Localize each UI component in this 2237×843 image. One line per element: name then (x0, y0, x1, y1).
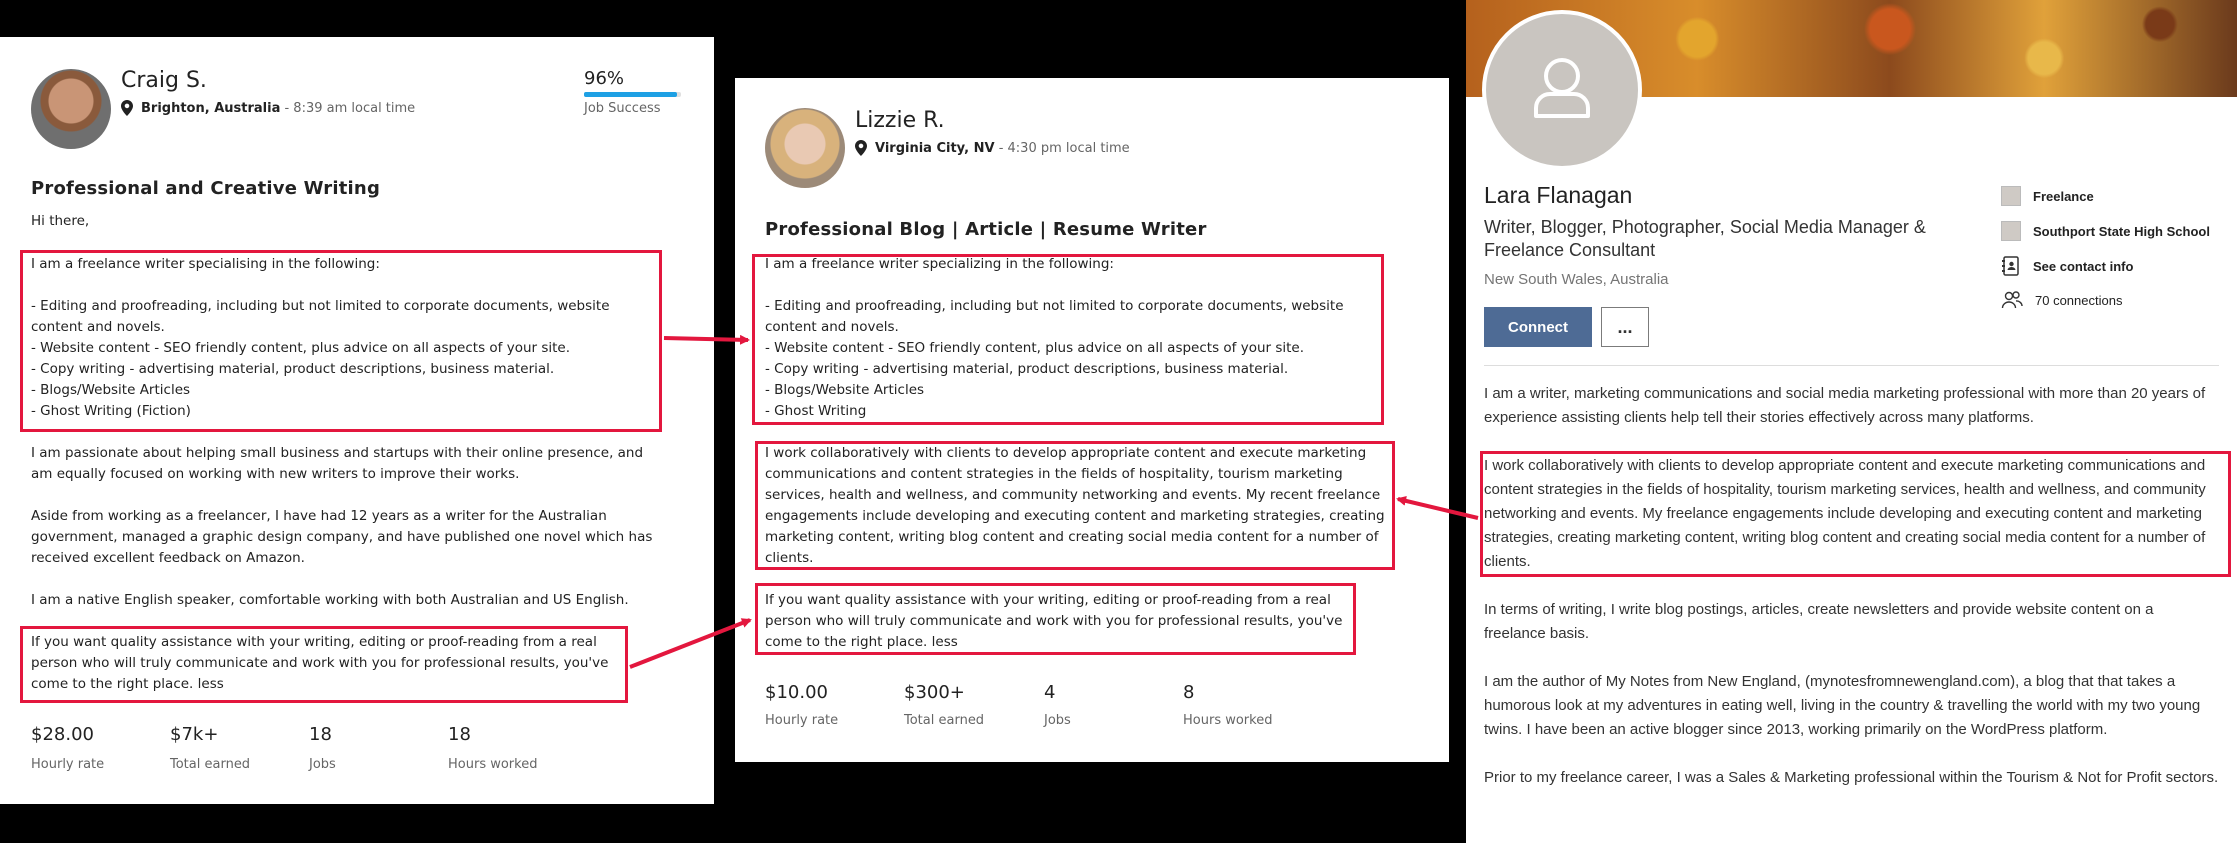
contact-info-link[interactable]: See contact info (2033, 259, 2133, 274)
avatar[interactable] (31, 69, 111, 149)
connections-icon (2001, 291, 2023, 309)
avatar[interactable] (765, 108, 845, 188)
highlight-box-craig-closing (20, 626, 628, 703)
freelancer-name[interactable]: Craig S. (121, 68, 207, 93)
stat-total-earned: $300+ (904, 682, 965, 703)
local-time: - 8:39 am local time (280, 100, 416, 116)
sidebar-company[interactable]: Freelance (2001, 186, 2094, 206)
divider (1484, 365, 2219, 366)
sidebar-school[interactable]: Southport State High School (2001, 221, 2210, 241)
profile-location: New South Wales, Australia (1484, 271, 1669, 288)
location: Virginia City, NV - 4:30 pm local time (855, 140, 1130, 156)
person-placeholder-icon (1534, 58, 1590, 118)
sidebar-connections[interactable]: 70 connections (2001, 290, 2122, 310)
about-paragraph-4: I am the author of My Notes from New Eng… (1484, 673, 2201, 738)
job-success-percent: 96% (584, 68, 625, 89)
stat-total-earned: $7k+ (170, 724, 219, 745)
highlight-box-lizzie-collab (755, 441, 1395, 570)
stat-hourly-rate-label: Hourly rate (31, 757, 105, 772)
job-success-bar (584, 92, 681, 97)
location: Brighton, Australia - 8:39 am local time (121, 100, 415, 116)
stat-hourly-rate: $10.00 (765, 682, 828, 703)
stat-hourly-rate-label: Hourly rate (765, 713, 839, 728)
location-pin-icon (855, 140, 867, 156)
highlight-box-craig-intro (20, 250, 662, 432)
sidebar-contact-info[interactable]: See contact info (2001, 256, 2133, 276)
job-success-bar-fill (584, 92, 678, 97)
stat-jobs: 18 (309, 724, 332, 745)
stat-jobs-label: Jobs (1044, 713, 1071, 728)
profile-name: Lara Flanagan (1484, 182, 1633, 208)
job-success-label: Job Success (584, 101, 661, 116)
school-logo-icon (2001, 221, 2021, 241)
greeting: Hi there, (31, 213, 90, 229)
stat-hours-worked: 8 (1183, 682, 1195, 703)
freelancer-name[interactable]: Lizzie R. (855, 108, 945, 133)
more-actions-button[interactable]: ... (1601, 307, 1649, 347)
school-name: Southport State High School (2033, 223, 2210, 239)
about-paragraph-1: I am a writer, marketing communications … (1484, 385, 2206, 426)
about-paragraph-5: Prior to my freelance career, I was a Sa… (1484, 769, 2219, 786)
about-paragraph-3: In terms of writing, I write blog postin… (1484, 601, 2154, 642)
highlight-box-lizzie-intro (752, 254, 1384, 425)
connect-button[interactable]: Connect (1484, 307, 1592, 347)
stat-hours-worked-label: Hours worked (448, 757, 538, 772)
highlight-box-lizzie-closing (755, 583, 1356, 655)
company-logo-icon (2001, 186, 2021, 206)
location-pin-icon (121, 100, 133, 116)
profile-headline: Writer, Blogger, Photographer, Social Me… (1484, 217, 1926, 260)
stat-jobs: 4 (1044, 682, 1056, 703)
profile-title: Professional and Creative Writing (31, 178, 381, 199)
stat-hours-worked: 18 (448, 724, 471, 745)
profile-title: Professional Blog | Article | Resume Wri… (765, 219, 1207, 240)
contact-card-icon (2002, 256, 2019, 276)
stat-jobs-label: Jobs (309, 757, 336, 772)
company-name: Freelance (2033, 188, 2094, 204)
avatar[interactable] (1482, 10, 1642, 170)
profile-panel-lara: Lara Flanagan Writer, Blogger, Photograp… (1466, 0, 2237, 843)
location-text: Virginia City, NV (875, 140, 995, 156)
stat-hours-worked-label: Hours worked (1183, 713, 1273, 728)
local-time: - 4:30 pm local time (994, 140, 1130, 156)
connections-count: 70 connections (2035, 292, 2123, 308)
stat-total-earned-label: Total earned (170, 757, 251, 772)
stat-total-earned-label: Total earned (904, 713, 985, 728)
location-text: Brighton, Australia (141, 100, 281, 116)
highlight-box-lara-collab (1480, 451, 2231, 577)
overview-passion: I am passionate about helping small busi… (31, 445, 644, 482)
overview-language: I am a native English speaker, comfortab… (31, 592, 629, 608)
stat-hourly-rate: $28.00 (31, 724, 94, 745)
overview-experience: Aside from working as a freelancer, I ha… (31, 508, 653, 566)
